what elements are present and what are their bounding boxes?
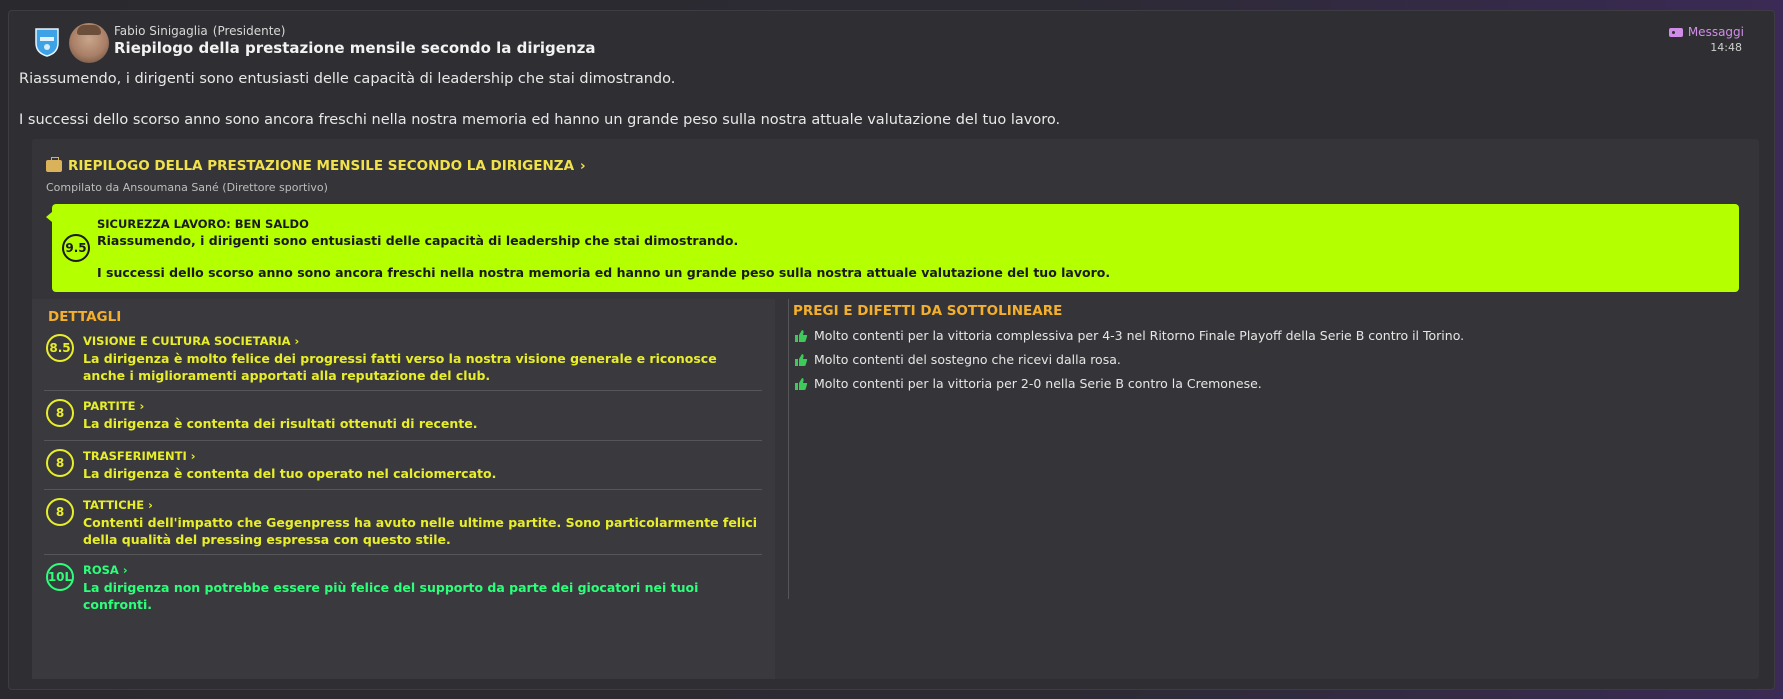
detail-title-link[interactable]: PARTITE ›	[83, 399, 144, 413]
inbox-link[interactable]: Messaggi	[1668, 25, 1744, 39]
inbox-label: Messaggi	[1687, 25, 1744, 39]
detail-title: VISIONE E CULTURA SOCIETARIA	[83, 334, 291, 348]
chevron-right-icon: ›	[122, 563, 128, 577]
detail-desc: Contenti dell'impatto che Gegenpress ha …	[83, 515, 758, 547]
job-security-title: SICUREZZA LAVORO: BEN SALDO	[97, 217, 309, 231]
detail-title-link[interactable]: TRASFERIMENTI ›	[83, 449, 196, 463]
detail-title: TATTICHE	[83, 498, 145, 512]
detail-title: PARTITE	[83, 399, 136, 413]
body-paragraph-1: Riassumendo, i dirigenti sono entusiasti…	[19, 71, 676, 87]
detail-row-vision: 8.5 VISIONE E CULTURA SOCIETARIA › La di…	[44, 329, 762, 391]
detail-title-link[interactable]: ROSA ›	[83, 563, 128, 577]
message-time: 14:48	[1710, 41, 1742, 54]
pro-item: Molto contenti per la vittoria complessi…	[794, 328, 1464, 343]
pro-item: Molto contenti del sostegno che ricevi d…	[794, 352, 1121, 367]
message-subject: Riepilogo della prestazione mensile seco…	[114, 39, 596, 57]
detail-desc: La dirigenza è contenta dei risultati ot…	[83, 416, 478, 431]
job-security-score: 9.5	[62, 234, 90, 262]
pro-text: Molto contenti per la vittoria complessi…	[814, 328, 1465, 343]
pro-text: Molto contenti del sostegno che ricevi d…	[814, 352, 1121, 367]
detail-row-matches: 8 PARTITE › La dirigenza è contenta dei …	[44, 391, 762, 441]
detail-title-link[interactable]: TATTICHE ›	[83, 498, 153, 512]
detail-score: 8.5	[46, 334, 74, 362]
detail-row-tactics: 8 TATTICHE › Contenti dell'impatto che G…	[44, 490, 762, 555]
message-header: Fabio Sinigaglia (Presidente) Riepilogo d…	[9, 11, 1774, 65]
sender-role: (Presidente)	[212, 24, 286, 38]
detail-title: ROSA	[83, 563, 119, 577]
chevron-right-icon: ›	[580, 158, 586, 174]
sender-line: Fabio Sinigaglia (Presidente)	[114, 24, 286, 38]
briefcase-icon	[46, 157, 62, 172]
report-title: RIEPILOGO DELLA PRESTAZIONE MENSILE SECO…	[68, 158, 575, 174]
detail-row-squad: 10L ROSA › La dirigenza non potrebbe ess…	[44, 555, 762, 612]
details-heading: DETTAGLI	[48, 309, 122, 325]
detail-score: 10L	[46, 563, 74, 591]
job-security-line-1: Riassumendo, i dirigenti sono entusiasti…	[97, 233, 739, 248]
detail-row-transfers: 8 TRASFERIMENTI › La dirigenza è content…	[44, 441, 762, 490]
detail-desc: La dirigenza è molto felice dei progress…	[83, 351, 717, 383]
chevron-right-icon: ›	[190, 449, 196, 463]
report-card: RIEPILOGO DELLA PRESTAZIONE MENSILE SECO…	[32, 139, 1759, 679]
detail-desc: La dirigenza è contenta del tuo operato …	[83, 466, 497, 481]
job-security-line-2: I successi dello scorso anno sono ancora…	[97, 265, 1111, 280]
chevron-right-icon: ›	[294, 334, 300, 348]
detail-desc: La dirigenza non potrebbe essere più fel…	[83, 580, 699, 612]
detail-score: 8	[46, 498, 74, 526]
chevron-right-icon: ›	[148, 498, 153, 512]
report-title-link[interactable]: RIEPILOGO DELLA PRESTAZIONE MENSILE SECO…	[46, 157, 586, 174]
sender-avatar[interactable]	[69, 23, 109, 63]
detail-title-link[interactable]: VISIONE E CULTURA SOCIETARIA ›	[83, 334, 299, 348]
body-paragraph-2: I successi dello scorso anno sono ancora…	[19, 112, 1061, 128]
detail-score: 8	[46, 399, 74, 427]
sender-name[interactable]: Fabio Sinigaglia	[114, 24, 208, 38]
pro-item: Molto contenti per la vittoria per 2-0 n…	[794, 376, 1262, 391]
tag-icon	[1668, 27, 1683, 37]
column-divider	[788, 299, 789, 599]
pro-text: Molto contenti per la vittoria per 2-0 n…	[814, 376, 1262, 391]
message-window: Fabio Sinigaglia (Presidente) Riepilogo d…	[8, 10, 1775, 690]
thumbs-up-icon	[795, 353, 808, 366]
job-security-banner: 9.5 SICUREZZA LAVORO: BEN SALDO Riassume…	[46, 204, 1739, 292]
club-badge-icon[interactable]	[34, 27, 60, 57]
pros-heading: PREGI E DIFETTI DA SOTTOLINEARE	[793, 303, 1063, 319]
detail-score: 8	[46, 449, 74, 477]
detail-title: TRASFERIMENTI	[83, 449, 187, 463]
compiled-by: Compilato da Ansoumana Sané (Direttore s…	[46, 181, 328, 194]
thumbs-up-icon	[795, 377, 808, 390]
details-panel: DETTAGLI 8.5 VISIONE E CULTURA SOCIETARI…	[32, 299, 775, 679]
chevron-right-icon: ›	[139, 399, 145, 413]
thumbs-up-icon	[795, 329, 808, 342]
